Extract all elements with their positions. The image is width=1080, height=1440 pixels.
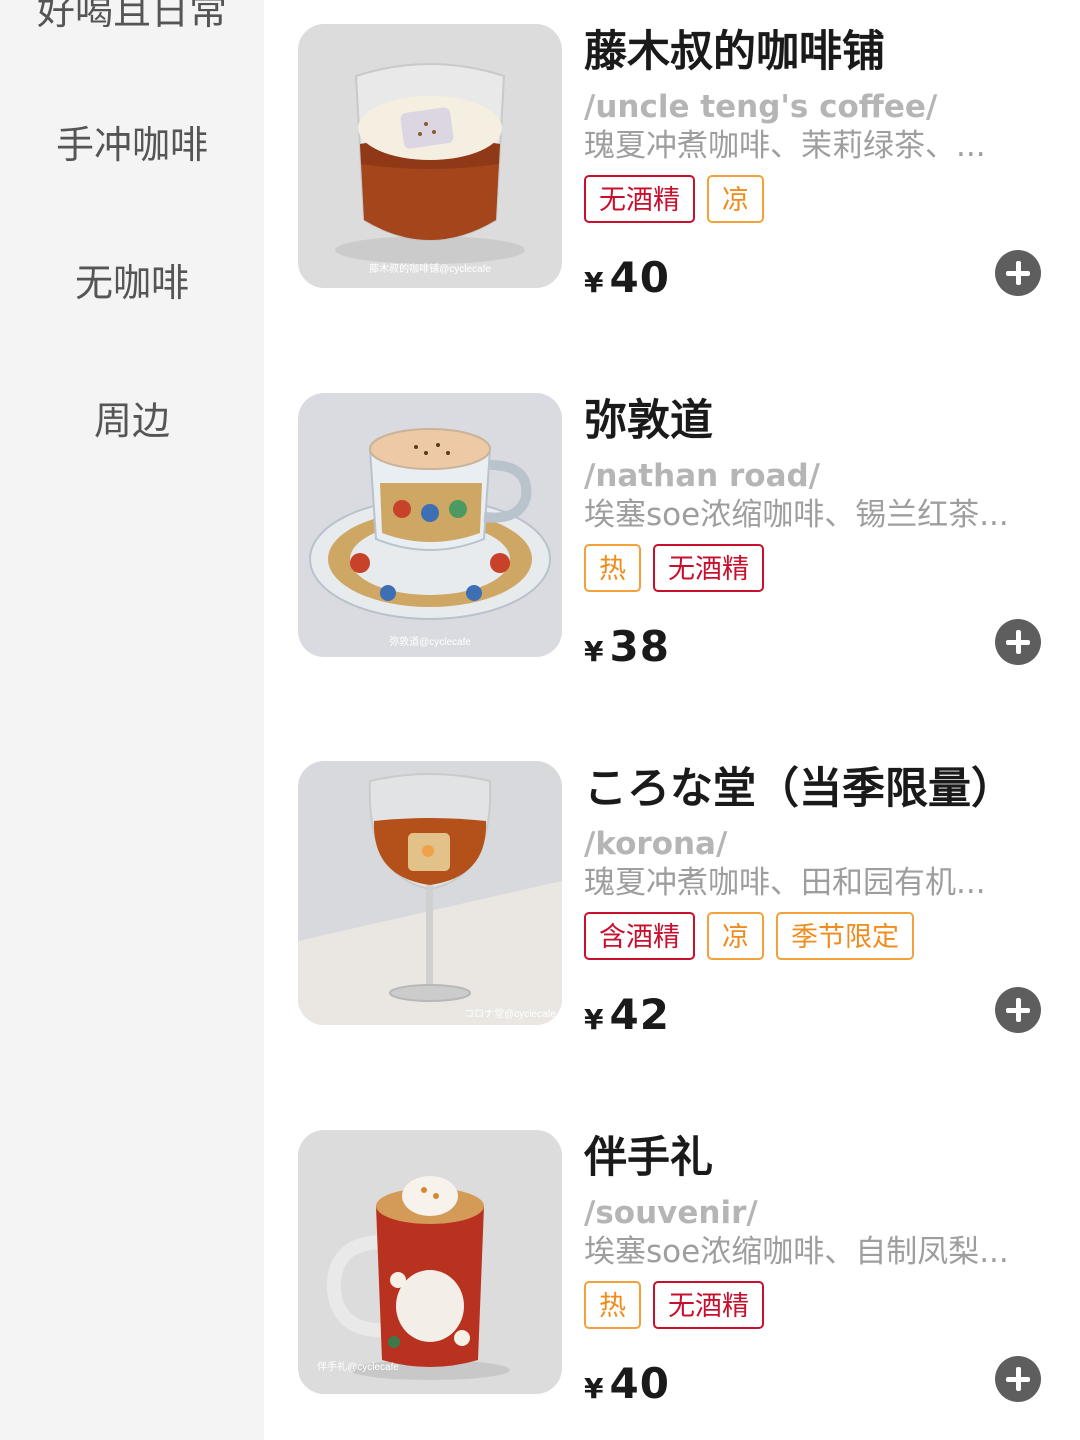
drink-description: 埃塞soe浓缩咖啡、自制凤梨... [584, 1234, 1009, 1270]
drink-price: ¥42 [584, 989, 670, 1050]
menu-item[interactable]: コロナ堂@cyclecafe ころな堂（当季限量） /korona/ 瑰夏冲煮咖… [264, 761, 1080, 1061]
menu-item[interactable]: 弥敦道@cyclecafe 弥敦道 /nathan road/ 埃塞soe浓缩咖… [264, 393, 1080, 693]
category-merch[interactable]: 周边 [0, 398, 264, 444]
tag-alcohol-free: 无酒精 [653, 1281, 764, 1329]
drink-price: ¥40 [584, 1358, 670, 1419]
price-value: 38 [609, 622, 670, 671]
drink-english-name: /nathan road/ [584, 458, 820, 494]
drink-tags: 热 无酒精 [584, 1281, 764, 1329]
photo-watermark: コロナ堂@cyclecafe [464, 1008, 556, 1020]
category-sidebar: 好喝且日常 手冲咖啡 无咖啡 周边 [0, 0, 264, 1440]
drink-photo: 伴手礼@cyclecafe [298, 1130, 562, 1394]
drink-english-name: /korona/ [584, 826, 728, 862]
photo-watermark: 弥敦道@cyclecafe [389, 635, 471, 648]
tag-alcohol-free: 无酒精 [653, 544, 764, 592]
drink-price: ¥38 [584, 621, 670, 682]
photo-watermark: 伴手礼@cyclecafe [317, 1360, 399, 1373]
price-value: 40 [609, 253, 670, 302]
tag-seasonal: 季节限定 [776, 912, 914, 960]
drink-name: 藤木叔的咖啡铺 [584, 27, 885, 77]
drink-name: 伴手礼 [584, 1133, 713, 1183]
category-pour-over[interactable]: 手冲咖啡 [0, 122, 264, 168]
tag-cold: 凉 [707, 912, 764, 960]
drink-description: 瑰夏冲煮咖啡、田和园有机... [584, 865, 986, 901]
currency-symbol: ¥ [584, 1003, 604, 1036]
category-good-daily[interactable]: 好喝且日常 [0, 0, 264, 34]
currency-symbol: ¥ [584, 1372, 604, 1405]
drink-tags: 热 无酒精 [584, 544, 764, 592]
price-value: 40 [609, 1359, 670, 1408]
drink-name: ころな堂（当季限量） [584, 764, 1014, 814]
drink-photo: コロナ堂@cyclecafe [298, 761, 562, 1025]
menu-list: 藤木叔的咖啡铺@cyclecafe 藤木叔的咖啡铺 /uncle teng's … [264, 0, 1080, 1440]
drink-name: 弥敦道 [584, 396, 713, 446]
add-to-cart-button[interactable] [995, 619, 1041, 665]
add-to-cart-button[interactable] [995, 987, 1041, 1033]
drink-description: 埃塞soe浓缩咖啡、锡兰红茶... [584, 497, 1009, 533]
add-to-cart-button[interactable] [995, 250, 1041, 296]
add-to-cart-button[interactable] [995, 1356, 1041, 1402]
tag-contains-alcohol: 含酒精 [584, 912, 695, 960]
photo-watermark: 藤木叔的咖啡铺@cyclecafe [369, 262, 491, 275]
currency-symbol: ¥ [584, 266, 604, 299]
drink-tags: 无酒精 凉 [584, 175, 764, 223]
tag-alcohol-free: 无酒精 [584, 175, 695, 223]
currency-symbol: ¥ [584, 635, 604, 668]
category-no-coffee[interactable]: 无咖啡 [0, 260, 264, 306]
drink-description: 瑰夏冲煮咖啡、茉莉绿茶、... [584, 128, 986, 164]
drink-photo: 弥敦道@cyclecafe [298, 393, 562, 657]
tag-hot: 热 [584, 544, 641, 592]
tag-cold: 凉 [707, 175, 764, 223]
drink-english-name: /souvenir/ [584, 1195, 758, 1231]
drink-price: ¥40 [584, 252, 670, 313]
drink-english-name: /uncle teng's coffee/ [584, 89, 938, 125]
menu-item[interactable]: 藤木叔的咖啡铺@cyclecafe 藤木叔的咖啡铺 /uncle teng's … [264, 24, 1080, 324]
tag-hot: 热 [584, 1281, 641, 1329]
menu-item[interactable]: 伴手礼@cyclecafe 伴手礼 /souvenir/ 埃塞soe浓缩咖啡、自… [264, 1130, 1080, 1430]
drink-photo: 藤木叔的咖啡铺@cyclecafe [298, 24, 562, 288]
drink-tags: 含酒精 凉 季节限定 [584, 912, 914, 960]
price-value: 42 [609, 990, 670, 1039]
